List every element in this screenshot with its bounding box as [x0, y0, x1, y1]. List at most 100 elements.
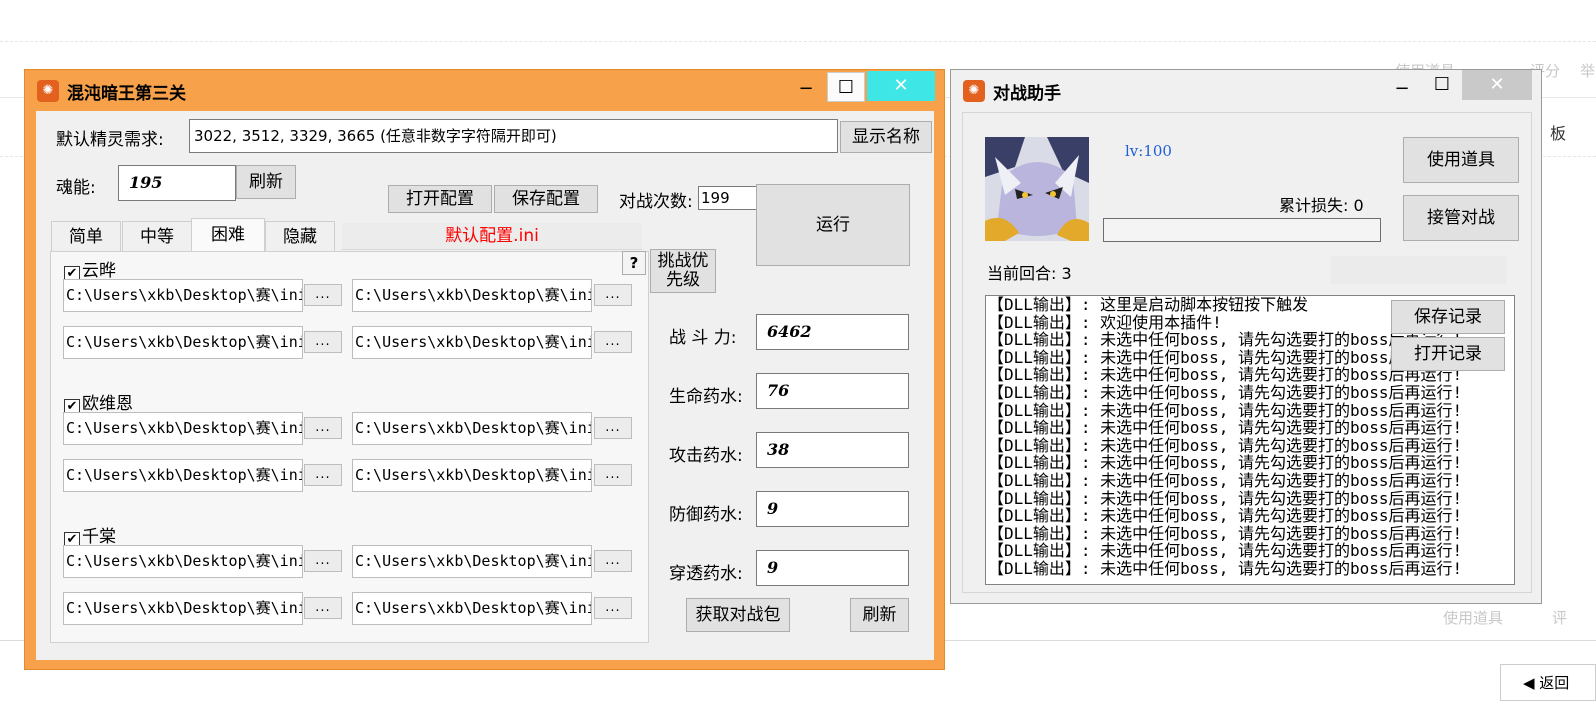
spirit-requirement-input[interactable]: 3022, 3512, 3329, 3665 (任意非数字字符隔开即可) — [189, 119, 838, 153]
path-field[interactable]: C:\Users\xkb\Desktop\赛\ini — [352, 412, 592, 445]
browse-button[interactable]: ... — [304, 331, 342, 353]
bg-rate-link-bottom[interactable]: 评 — [1552, 607, 1567, 628]
log-line: 【DLL输出】: 未选中任何boss, 请先勾选要打的boss后再运行! — [988, 559, 1463, 578]
minimize-button[interactable]: − — [1387, 74, 1417, 104]
bg-board-text: 板 — [1550, 124, 1567, 143]
log-line: 【DLL输出】: 未选中任何boss, 请先勾选要打的boss后再运行! — [988, 400, 1463, 420]
config-file-name: 默认配置.ini — [342, 223, 642, 250]
get-battle-pack-button[interactable]: 获取对战包 — [686, 598, 790, 632]
log-line: 【DLL输出】: 未选中任何boss, 请先勾选要打的boss后再运行! — [988, 506, 1463, 526]
atk-potion-label: 攻击药水: — [669, 446, 743, 466]
battle-count-label: 对战次数: — [619, 192, 693, 212]
maximize-button[interactable]: ☐ — [827, 72, 865, 102]
path-field[interactable]: C:\Users\xkb\Desktop\赛\ini — [63, 326, 303, 359]
level-text: lv:100 — [1125, 142, 1172, 160]
browse-button[interactable]: ... — [594, 464, 632, 486]
path-field[interactable]: C:\Users\xkb\Desktop\赛\ini — [63, 412, 303, 445]
back-button[interactable]: ◀ 返回 — [1500, 664, 1596, 701]
loss-progress-bar — [1103, 218, 1381, 242]
soul-label: 魂能: — [56, 178, 96, 198]
run-button[interactable]: 运行 — [756, 184, 910, 266]
save-config-button[interactable]: 保存配置 — [494, 185, 598, 213]
log-line: 【DLL输出】: 未选中任何boss, 请先勾选要打的boss后再运行! — [988, 488, 1463, 508]
tab-medium[interactable]: 中等 — [122, 221, 192, 252]
gear-app-icon: ✺ — [963, 80, 985, 102]
priority-line1: 挑战优 — [657, 251, 709, 271]
browse-button[interactable]: ... — [304, 417, 342, 439]
path-field[interactable]: C:\Users\xkb\Desktop\赛\ini — [352, 545, 592, 578]
path-field[interactable]: C:\Users\xkb\Desktop\赛\ini — [63, 279, 303, 312]
power-value-field: 6462 — [756, 314, 909, 350]
browse-button[interactable]: ... — [594, 597, 632, 619]
browse-button[interactable]: ... — [304, 284, 342, 306]
challenge-priority-button[interactable]: 挑战优 先级 — [650, 249, 716, 293]
save-log-button[interactable]: 保存记录 — [1391, 300, 1505, 334]
browse-button[interactable]: ... — [594, 417, 632, 439]
main-client-area: 默认精灵需求: 3022, 3512, 3329, 3665 (任意非数字字符隔… — [36, 111, 934, 660]
power-label: 战 斗 力: — [669, 328, 737, 348]
minimize-button[interactable]: − — [791, 74, 821, 104]
help-button[interactable]: ? — [622, 251, 646, 275]
log-line: 【DLL输出】: 欢迎使用本插件! — [988, 312, 1222, 332]
maximize-button[interactable]: ☐ — [1425, 70, 1459, 100]
current-round-text: 当前回合: 3 — [987, 264, 1072, 283]
hp-potion-label: 生命药水: — [669, 387, 743, 407]
path-field[interactable]: C:\Users\xkb\Desktop\赛\ini — [352, 592, 592, 625]
browse-button[interactable]: ... — [304, 597, 342, 619]
boss-name: 欧维恩 — [82, 394, 133, 414]
soul-value-field[interactable]: 195 — [118, 165, 236, 201]
pierce-potion-label: 穿透药水: — [669, 564, 743, 584]
tab-easy[interactable]: 简单 — [51, 221, 121, 252]
path-field[interactable]: C:\Users\xkb\Desktop\赛\ini — [352, 326, 592, 359]
close-button[interactable]: ✕ — [1462, 70, 1532, 100]
use-item-button[interactable]: 使用道具 — [1403, 137, 1519, 183]
log-line: 【DLL输出】: 未选中任何boss, 请先勾选要打的boss后再运行! — [988, 453, 1463, 473]
log-line: 【DLL输出】: 未选中任何boss, 请先勾选要打的boss后再运行! — [988, 471, 1463, 490]
tab-hard[interactable]: 困难 — [191, 218, 265, 253]
open-config-button[interactable]: 打开配置 — [388, 185, 492, 213]
path-field[interactable]: C:\Users\xkb\Desktop\赛\ini — [352, 459, 592, 492]
total-loss-text: 累计损失: 0 — [1279, 196, 1364, 215]
pierce-potion-field: 9 — [756, 550, 909, 586]
log-line: 【DLL输出】: 这里是启动脚本按钮按下触发 — [988, 295, 1309, 314]
assistant-window: ✺ 对战助手 − ☐ ✕ lv:100 累计损失: 0 使用道具 接管对战 当前… — [950, 69, 1542, 604]
def-potion-label: 防御药水: — [669, 505, 743, 525]
def-potion-field: 9 — [756, 491, 909, 527]
browse-button[interactable]: ... — [594, 331, 632, 353]
bg-report-link[interactable]: 举 — [1580, 60, 1595, 81]
bg-use-item-link-bottom[interactable]: 使用道具 — [1443, 607, 1503, 628]
page-divider — [0, 41, 1596, 42]
path-field[interactable]: C:\Users\xkb\Desktop\赛\ini — [63, 592, 303, 625]
browse-button[interactable]: ... — [304, 550, 342, 572]
browse-button[interactable]: ... — [594, 284, 632, 306]
log-line: 【DLL输出】: 未选中任何boss, 请先勾选要打的boss后再运行! — [988, 435, 1463, 455]
main-window: ✺ 混沌暗王第三关 − ☐ ✕ 默认精灵需求: 3022, 3512, 3329… — [24, 69, 945, 670]
gear-app-icon: ✺ — [37, 80, 59, 102]
path-field[interactable]: C:\Users\xkb\Desktop\赛\ini — [63, 459, 303, 492]
boss-name: 云晔 — [82, 261, 116, 281]
assistant-window-title: 对战助手 — [993, 84, 1061, 104]
takeover-battle-button[interactable]: 接管对战 — [1403, 195, 1519, 241]
avatar — [985, 137, 1089, 241]
open-log-button[interactable]: 打开记录 — [1391, 337, 1505, 371]
path-field[interactable]: C:\Users\xkb\Desktop\赛\ini — [352, 279, 592, 312]
boss-name: 千棠 — [82, 527, 116, 547]
battle-count-input[interactable]: 199 — [698, 186, 758, 210]
close-button[interactable]: ✕ — [867, 71, 935, 101]
refresh-stats-button[interactable]: 刷新 — [850, 598, 909, 632]
browse-button[interactable]: ... — [304, 464, 342, 486]
main-window-title: 混沌暗王第三关 — [67, 84, 186, 104]
tab-hidden[interactable]: 隐藏 — [265, 221, 335, 252]
status-strip — [1331, 256, 1507, 284]
path-field[interactable]: C:\Users\xkb\Desktop\赛\ini — [63, 545, 303, 578]
log-line: 【DLL输出】: 未选中任何boss, 请先勾选要打的boss后再运行! — [988, 541, 1463, 561]
log-line: 【DLL输出】: 未选中任何boss, 请先勾选要打的boss后再运行! — [988, 383, 1463, 402]
browse-button[interactable]: ... — [594, 550, 632, 572]
refresh-soul-button[interactable]: 刷新 — [236, 165, 296, 199]
show-name-button[interactable]: 显示名称 — [840, 121, 932, 153]
log-line: 【DLL输出】: 未选中任何boss, 请先勾选要打的boss后再运行! — [988, 418, 1463, 438]
hp-potion-field: 76 — [756, 373, 909, 409]
spirit-requirement-label: 默认精灵需求: — [56, 130, 164, 150]
atk-potion-field: 38 — [756, 432, 909, 468]
priority-line2: 先级 — [666, 270, 700, 290]
